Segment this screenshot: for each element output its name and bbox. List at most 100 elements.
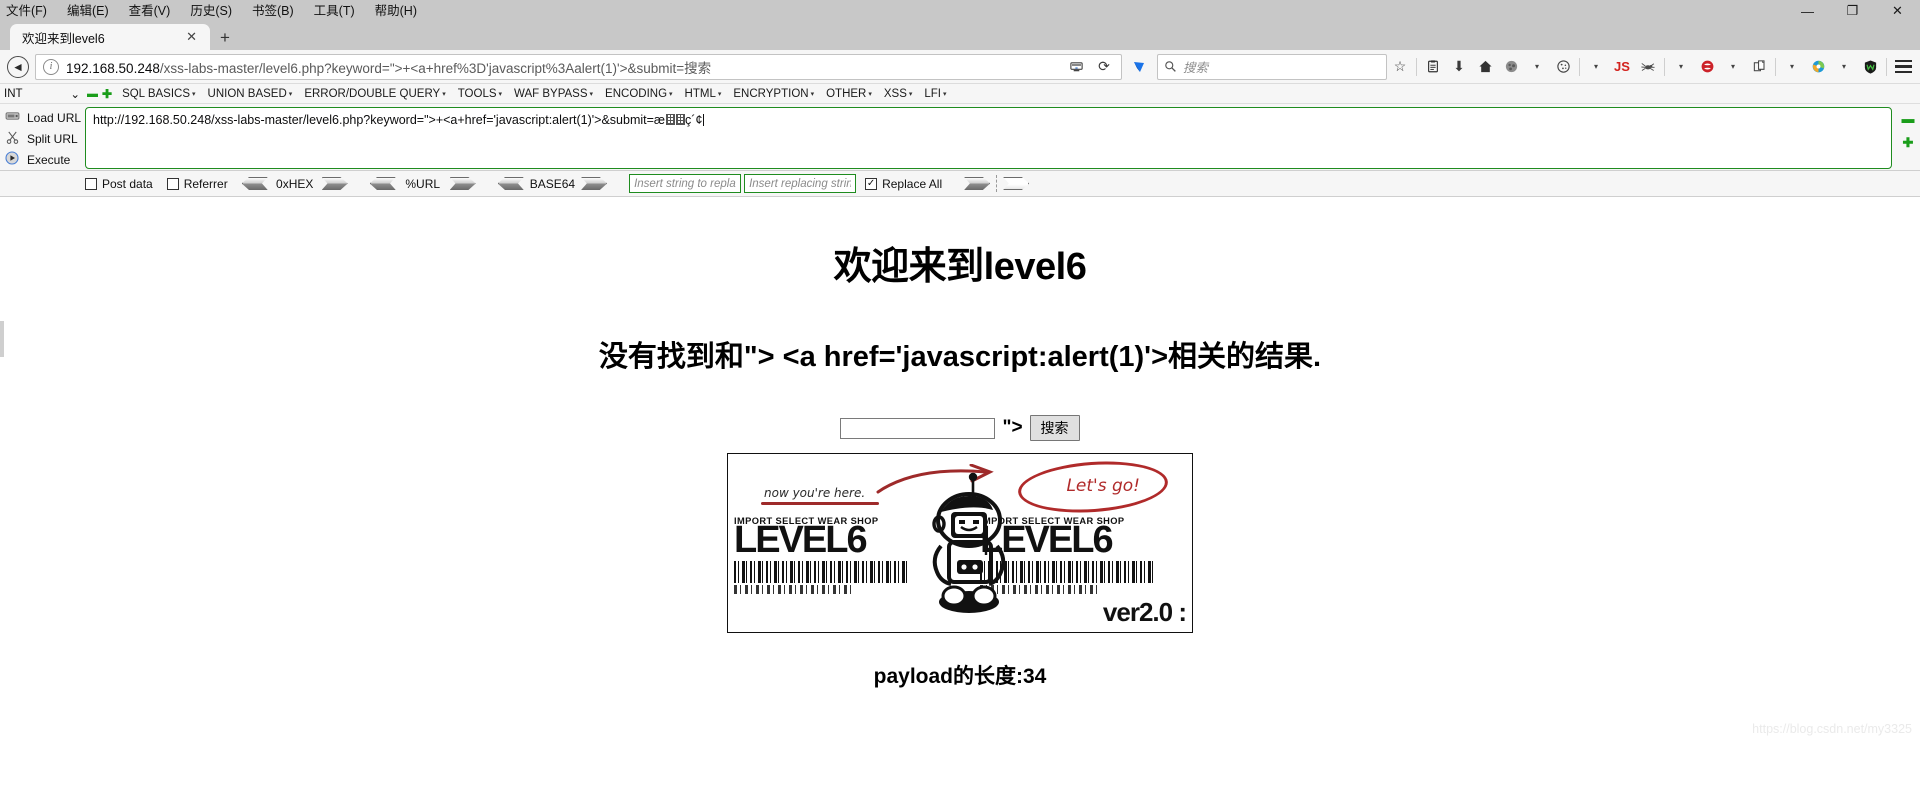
- bookmark-star-icon[interactable]: ☆: [1387, 54, 1413, 80]
- copy-page-icon[interactable]: [1746, 54, 1772, 80]
- hackbar-minus-icon[interactable]: ▬: [1902, 112, 1915, 125]
- payload-length-text: payload的长度:34: [873, 665, 1047, 688]
- downloads-icon[interactable]: ⬇: [1446, 54, 1472, 80]
- toolbar-divider: [1579, 57, 1580, 76]
- replace-to-placeholder: Insert replacing string: [749, 177, 852, 190]
- sql-menu-label: ERROR/DOUBLE QUERY: [304, 87, 441, 100]
- cookie-chevron-down-icon[interactable]: ▾: [1583, 54, 1609, 80]
- sql-menu-error-double-query[interactable]: ERROR/DOUBLE QUERY ▾: [298, 88, 451, 100]
- burp-chevron-down-icon[interactable]: ▾: [1720, 54, 1746, 80]
- sql-plus-icon[interactable]: ✚: [101, 87, 116, 101]
- sql-menu-other[interactable]: OTHER ▾: [820, 88, 878, 100]
- load-url-button[interactable]: Load URL: [4, 107, 85, 128]
- sql-menu-waf-bypass[interactable]: WAF BYPASS ▾: [508, 88, 599, 100]
- hex-encode-button[interactable]: [321, 177, 348, 190]
- base64-encode-button[interactable]: [581, 177, 608, 190]
- sql-minus-icon[interactable]: ▬: [84, 88, 101, 100]
- sql-menu-union-based[interactable]: UNION BASED ▾: [202, 88, 299, 100]
- reader-mode-icon[interactable]: [1063, 54, 1089, 80]
- referrer-checkbox[interactable]: [166, 177, 179, 190]
- address-bar[interactable]: i 192.168.50.248/xss-labs-master/level6.…: [35, 53, 1122, 80]
- toolbar-divider: [1664, 57, 1665, 76]
- sql-menu-sql-basics[interactable]: SQL BASICS ▾: [116, 88, 201, 100]
- sql-menu-html[interactable]: HTML ▾: [679, 88, 728, 100]
- post-data-checkbox[interactable]: [85, 177, 97, 190]
- library-icon[interactable]: [1420, 54, 1446, 80]
- referrer-checkbox-wrap[interactable]: Referrer: [166, 177, 228, 191]
- menu-history[interactable]: 历史(S): [188, 4, 234, 19]
- back-button[interactable]: ◄: [4, 53, 32, 81]
- hex-encoder-group: 0xHEX: [241, 177, 348, 191]
- tab-close-icon[interactable]: ✕: [181, 29, 202, 45]
- proxy-switch-icon[interactable]: [1805, 54, 1831, 80]
- hex-decode-button[interactable]: [241, 177, 268, 190]
- menu-edit[interactable]: 编辑(E): [65, 4, 111, 19]
- home-icon[interactable]: [1472, 54, 1498, 80]
- replace-clear-button[interactable]: [1003, 177, 1030, 190]
- hackbar-url-textarea[interactable]: http://192.168.50.248/xss-labs-master/le…: [85, 107, 1892, 169]
- browser-tab[interactable]: 欢迎来到level6 ✕: [10, 24, 210, 50]
- sql-menu-label: ENCRYPTION: [733, 87, 809, 100]
- hackbar-url-wrap: http://192.168.50.248/xss-labs-master/le…: [85, 107, 1896, 170]
- barcode-digits-icon: [734, 584, 854, 594]
- maximize-button[interactable]: ❐: [1830, 0, 1875, 22]
- hackbar-panel: Load URL Split URL Execute http://192.16…: [0, 104, 1920, 171]
- spider-crawler-icon[interactable]: [1635, 54, 1661, 80]
- toolbar-extension-icons: ☆ ⬇ ▾ ▾ JS ▾ ▾ ▾ ▾: [1387, 54, 1916, 80]
- sql-menu-encoding[interactable]: ENCODING ▾: [599, 88, 679, 100]
- replace-all-checkbox[interactable]: ✓: [865, 177, 878, 190]
- injected-quote-text: ">: [1002, 417, 1023, 438]
- split-url-button[interactable]: Split URL: [4, 128, 85, 149]
- javascript-toggle-icon[interactable]: JS: [1609, 54, 1635, 80]
- menu-tools[interactable]: 工具(T): [312, 4, 357, 19]
- sql-type-select[interactable]: INT ⌄: [4, 87, 84, 101]
- execute-button[interactable]: Execute: [4, 149, 85, 170]
- sql-menu-lfi[interactable]: LFI ▾: [918, 88, 952, 100]
- search-bar[interactable]: 搜索: [1157, 53, 1387, 80]
- spider-chevron-down-icon[interactable]: ▾: [1668, 54, 1694, 80]
- submit-search-button[interactable]: 搜索: [1029, 415, 1080, 441]
- caret-down-icon: ▾: [669, 90, 673, 98]
- base64-encoder-group: BASE64: [497, 177, 608, 191]
- url-encoder-group: %URL: [369, 177, 476, 191]
- post-data-checkbox-wrap[interactable]: Post data: [85, 177, 153, 191]
- account-chevron-down-icon[interactable]: ▾: [1524, 54, 1550, 80]
- caret-down-icon: ▾: [589, 90, 594, 98]
- replace-from-input[interactable]: Insert string to replace: [629, 174, 742, 193]
- replace-all-checkbox-wrap[interactable]: ✓ Replace All: [865, 177, 942, 191]
- cookie-manager-icon[interactable]: [1550, 54, 1576, 80]
- menu-file[interactable]: 文件(F): [4, 4, 49, 19]
- page-info-icon[interactable]: i: [43, 58, 59, 75]
- level6-banner-image: now you're here. Let's go! IMPORT SELECT…: [727, 453, 1193, 633]
- proxy-chevron-down-icon[interactable]: ▾: [1831, 54, 1857, 80]
- banner-level-label: LEVEL6: [734, 519, 868, 561]
- account-icon[interactable]: [1498, 54, 1524, 80]
- unrenderable-glyph-icon: [665, 114, 675, 125]
- base64-decode-button[interactable]: [497, 177, 524, 190]
- close-button[interactable]: ✕: [1875, 0, 1920, 22]
- sql-menu-encryption[interactable]: ENCRYPTION ▾: [727, 88, 820, 100]
- minimize-button[interactable]: —: [1785, 0, 1830, 22]
- keyword-input[interactable]: [840, 417, 996, 439]
- hackbar-plus-icon[interactable]: ✚: [1903, 136, 1914, 149]
- replace-to-input[interactable]: Insert replacing string: [744, 174, 857, 193]
- sql-menu-label: LFI: [924, 87, 942, 100]
- new-tab-button[interactable]: +: [210, 28, 240, 50]
- hamburger-menu-icon[interactable]: [1890, 54, 1916, 80]
- menu-bookmarks[interactable]: 书签(B): [250, 4, 296, 19]
- burp-proxy-icon[interactable]: [1694, 54, 1720, 80]
- hackbar-side-controls: ▬ ✚: [1896, 107, 1920, 170]
- sql-menu-xss[interactable]: XSS ▾: [878, 88, 919, 100]
- reload-icon[interactable]: ⟳: [1091, 54, 1117, 80]
- wappalyzer-shield-icon[interactable]: [1857, 54, 1883, 80]
- robot-mascot-icon: [932, 472, 1006, 613]
- copy-chevron-down-icon[interactable]: ▾: [1779, 54, 1805, 80]
- url-encode-button[interactable]: [449, 177, 476, 190]
- url-decode-button[interactable]: [369, 177, 396, 190]
- replace-apply-button[interactable]: [964, 177, 991, 190]
- sql-menu-tools[interactable]: TOOLS ▾: [452, 88, 508, 100]
- menu-help[interactable]: 帮助(H): [373, 4, 419, 19]
- pocket-button[interactable]: [1125, 53, 1153, 81]
- sql-menu-label: TOOLS: [457, 87, 497, 100]
- menu-view[interactable]: 查看(V): [127, 4, 173, 19]
